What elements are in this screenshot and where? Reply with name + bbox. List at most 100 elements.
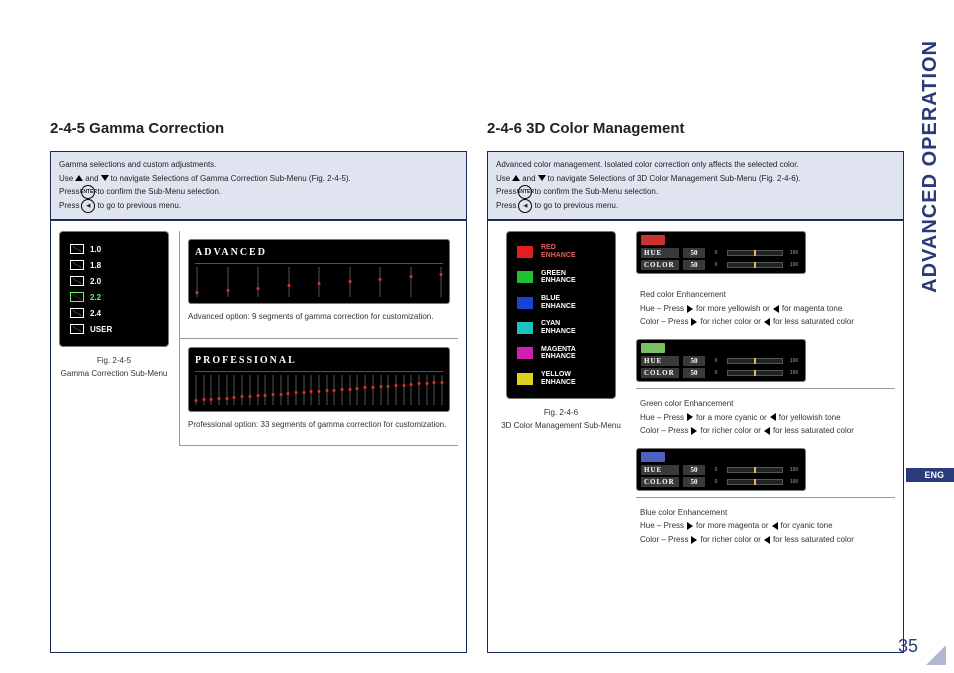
gamma-slider[interactable] (226, 375, 228, 405)
enh-title: Green color Enhancement (640, 397, 891, 411)
gamma-slider[interactable] (333, 375, 335, 405)
back-button-icon: ◀ (81, 199, 95, 213)
gamma-slider[interactable] (195, 375, 197, 405)
enh-title: Red color Enhancement (640, 288, 891, 302)
gamma-slider[interactable] (249, 375, 251, 405)
gamma-slider[interactable] (287, 375, 289, 405)
gamma-slider[interactable] (256, 267, 260, 297)
gamma-slider[interactable] (264, 375, 266, 405)
gamma-slider[interactable] (341, 375, 343, 405)
gamma-menu-item[interactable]: 1.8 (70, 260, 158, 270)
gamma-slider[interactable] (241, 375, 243, 405)
gamma-item-label: USER (90, 325, 112, 334)
right-arrow-icon (691, 427, 697, 435)
hue-slider[interactable] (727, 250, 783, 256)
color-slider[interactable] (727, 262, 783, 268)
enhancement-text: Red color EnhancementHue – Press for mor… (636, 280, 895, 339)
color-item-label: BLUEENHANCE (541, 295, 576, 310)
gamma-slider[interactable] (409, 267, 413, 297)
hue-color-widget: HUE500100COLOR500100 (636, 339, 806, 382)
gamma-slider[interactable] (303, 375, 305, 405)
gamma-intro-box: Gamma selections and custom adjustments.… (50, 151, 467, 220)
hue-row: HUE500100 (641, 248, 801, 258)
gamma-menu-item[interactable]: 2.0 (70, 276, 158, 286)
gamma-slider[interactable] (348, 267, 352, 297)
gamma-slider[interactable] (426, 375, 428, 405)
intro-text: Use (496, 172, 510, 186)
color-menu-item[interactable]: BLUEENHANCE (517, 295, 605, 310)
gamma-curve-icon (70, 292, 84, 302)
color-menu-item[interactable]: GREENENHANCE (517, 270, 605, 285)
gamma-slider[interactable] (403, 375, 405, 405)
gamma-slider[interactable] (410, 375, 412, 405)
gamma-menu-item[interactable]: USER (70, 324, 158, 334)
gamma-submenu: 1.01.82.02.22.4USER Fig. 2-4-5 Gamma Cor… (59, 231, 169, 648)
intro-text: and (85, 172, 98, 186)
color-swatch-icon (517, 297, 533, 309)
gamma-slider[interactable] (257, 375, 259, 405)
gamma-menu-item[interactable]: 2.2 (70, 292, 158, 302)
gamma-slider[interactable] (441, 375, 443, 405)
gamma-slider[interactable] (226, 267, 230, 297)
gamma-slider[interactable] (418, 375, 420, 405)
gamma-curve-icon (70, 260, 84, 270)
hue-slider[interactable] (727, 467, 783, 473)
color-menu-item[interactable]: MAGENTAENHANCE (517, 346, 605, 361)
gamma-slider[interactable] (364, 375, 366, 405)
gamma-slider[interactable] (203, 375, 205, 405)
gamma-slider[interactable] (233, 375, 235, 405)
intro-text: to go to previous menu. (534, 199, 618, 213)
color-value: 50 (683, 368, 705, 378)
color-menu-item[interactable]: CYANENHANCE (517, 320, 605, 335)
gamma-slider[interactable] (295, 375, 297, 405)
hue-label: HUE (641, 356, 679, 366)
gamma-slider[interactable] (372, 375, 374, 405)
hue-slider[interactable] (727, 358, 783, 364)
gamma-slider[interactable] (387, 375, 389, 405)
down-arrow-icon (538, 175, 546, 181)
gamma-menu-item[interactable]: 1.0 (70, 244, 158, 254)
gamma-slider[interactable] (210, 375, 212, 405)
gamma-slider[interactable] (439, 267, 443, 297)
language-tab: ENG (906, 468, 954, 482)
advanced-curve-widget: ADVANCED (188, 239, 450, 304)
fig-title: 3D Color Management Sub-Menu (501, 420, 621, 433)
gamma-slider[interactable] (272, 375, 274, 405)
color-row: COLOR500100 (641, 260, 801, 270)
left-arrow-icon (772, 522, 778, 530)
gamma-slider[interactable] (356, 375, 358, 405)
intro-line: Advanced color management. Isolated colo… (496, 158, 799, 172)
intro-text: to go to previous menu. (97, 199, 181, 213)
intro-line: Gamma selections and custom adjustments. (59, 158, 216, 172)
gamma-slider[interactable] (326, 375, 328, 405)
gamma-slider[interactable] (380, 375, 382, 405)
gamma-slider[interactable] (195, 267, 199, 297)
gamma-slider[interactable] (433, 375, 435, 405)
down-arrow-icon (101, 175, 109, 181)
gamma-slider[interactable] (218, 375, 220, 405)
enhancement-block: HUE500100COLOR500100Green color Enhancem… (636, 339, 895, 448)
gamma-slider[interactable] (395, 375, 397, 405)
hue-row: HUE500100 (641, 356, 801, 366)
gamma-correction-section: 2-4-5 Gamma Correction Gamma selections … (50, 30, 467, 653)
hue-color-widget: HUE500100 COLOR500100 (636, 231, 806, 274)
color-swatch-icon (517, 271, 533, 283)
gamma-slider[interactable] (317, 267, 321, 297)
color-menu-item[interactable]: YELLOWENHANCE (517, 371, 605, 386)
color-slider[interactable] (727, 370, 783, 376)
color-menu-item[interactable]: REDENHANCE (517, 244, 605, 259)
gamma-slider[interactable] (378, 267, 382, 297)
page-number: 35 (898, 636, 918, 657)
gamma-curve-icon (70, 244, 84, 254)
gamma-menu-item[interactable]: 2.4 (70, 308, 158, 318)
color-item-label: GREENENHANCE (541, 270, 576, 285)
color-panel: REDENHANCE GREENENHANCE BLUEENHANCE CYANENH… (506, 231, 616, 399)
gamma-slider[interactable] (310, 375, 312, 405)
gamma-slider[interactable] (349, 375, 351, 405)
enh-title: Blue color Enhancement (640, 506, 891, 520)
gamma-slider[interactable] (318, 375, 320, 405)
intro-text: Press (59, 199, 79, 213)
color-slider[interactable] (727, 479, 783, 485)
gamma-slider[interactable] (280, 375, 282, 405)
gamma-slider[interactable] (287, 267, 291, 297)
